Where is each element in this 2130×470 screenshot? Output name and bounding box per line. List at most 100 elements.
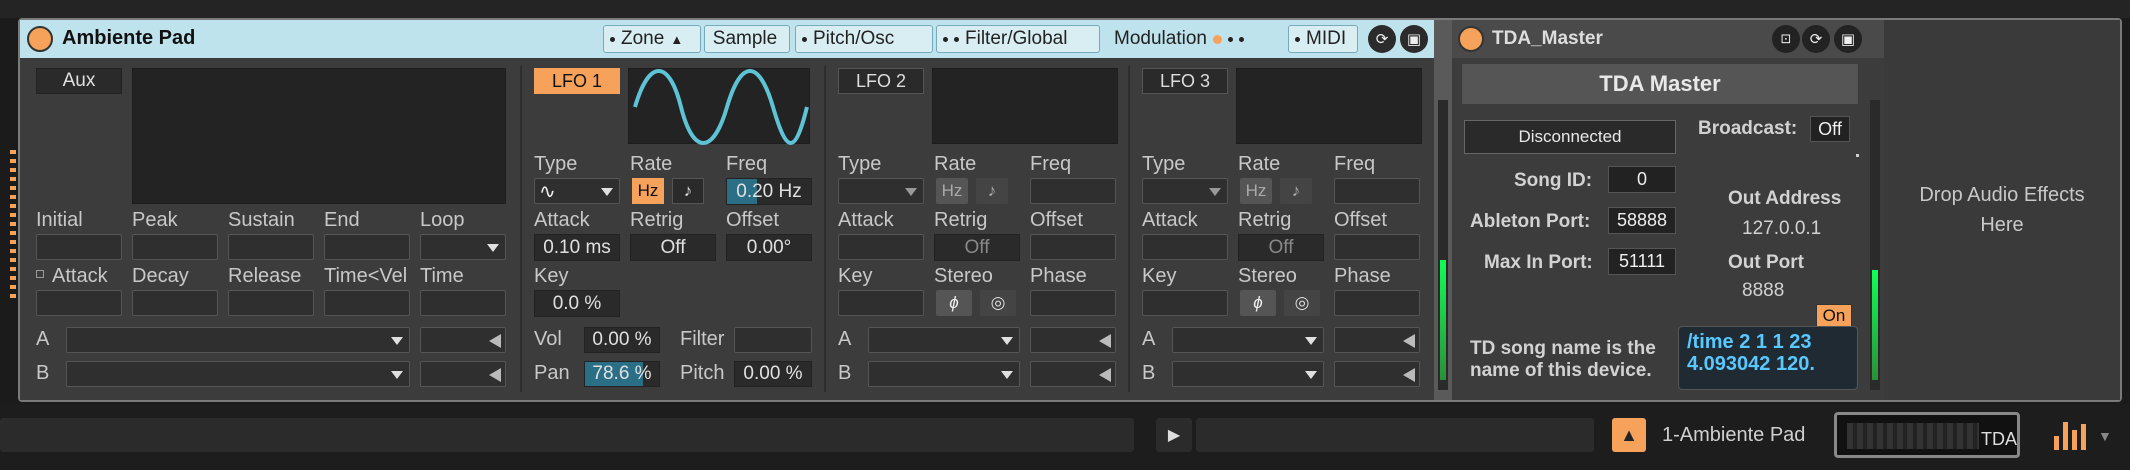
loop-dropdown[interactable] [420,234,506,260]
resize-icon[interactable]: ⊡ [1772,25,1800,53]
song-id-field[interactable]: 0 [1608,166,1676,193]
lfo3-sync-note-icon[interactable]: ♪ [1280,178,1312,204]
lfo2-sync-note-icon[interactable]: ♪ [976,178,1008,204]
tab-dot [1227,36,1233,42]
transport-field[interactable] [1196,418,1594,452]
osc-line-2: 4.093042 120. [1687,353,1815,375]
release-field[interactable] [228,290,314,316]
lfo2-phase-field[interactable] [1030,290,1116,316]
time-vel-field[interactable] [324,290,410,316]
lfo2-stereo-label: Stereo [934,265,993,287]
device-power-button[interactable] [27,26,53,52]
lfo2-type-dropdown[interactable] [838,178,924,204]
attack-field[interactable] [36,290,122,316]
lfo1-pitch-field[interactable]: 0.00 % [734,361,812,387]
lfo1-attack-field[interactable]: 0.10 ms [534,234,620,261]
tab-dot [1238,36,1244,42]
lfo3-offset-field[interactable] [1334,234,1420,260]
decay-field[interactable] [132,290,218,316]
lfo2-mod-b-dropdown[interactable] [868,361,1020,387]
cpu-meter-icon[interactable] [2054,420,2088,450]
lfo3-mod-a-amount[interactable] [1334,327,1420,353]
initial-field[interactable] [36,234,122,260]
lfo3-button[interactable]: LFO 3 [1142,68,1228,94]
tab-midi[interactable]: MIDI [1288,25,1358,53]
lfo3-type-dropdown[interactable] [1142,178,1228,204]
lfo1-vol-field[interactable]: 0.00 % [584,327,660,353]
lfo3-stereo-label: Stereo [1238,265,1297,287]
lfo2-mod-a-dropdown[interactable] [868,327,1020,353]
lfo1-filter-field[interactable] [734,327,812,353]
lfo2-mod-a-amount[interactable] [1030,327,1116,353]
lfo1-button[interactable]: LFO 1 [534,68,620,94]
lfo3-mod-b-dropdown[interactable] [1172,361,1324,387]
chevron-down-icon[interactable]: ▼ [2098,428,2112,444]
slider-arrow-icon [489,368,501,382]
lfo3-phase-icon[interactable]: ϕ [1240,290,1276,316]
mod-a-amount[interactable] [420,327,506,353]
device-thumbnail[interactable]: TDA [1834,412,2020,458]
max-in-port-field[interactable]: 51111 [1608,248,1676,275]
tab-dot [610,36,615,42]
lfo2-spin-icon[interactable]: ◎ [980,290,1016,316]
broadcast-toggle[interactable]: Off [1810,116,1850,142]
lfo1-key-field[interactable]: 0.0 % [534,290,620,317]
lfo2-button[interactable]: LFO 2 [838,68,924,94]
fold-up-icon[interactable]: ▲ [1612,418,1646,452]
tab-sample[interactable]: Sample [704,25,790,53]
decay-label: Decay [132,265,189,287]
osc-message-display: /time 2 1 1 23 4.093042 120. [1678,326,1858,390]
out-port-value[interactable]: 8888 [1742,280,1784,302]
save-preset-icon[interactable]: ▣ [1400,25,1428,53]
mod-a-dropdown[interactable] [66,327,410,353]
lfo2-freq-field[interactable] [1030,178,1116,204]
osc-on-button[interactable]: On [1816,304,1852,328]
lfo3-retrig-button[interactable]: Off [1238,234,1324,261]
lfo1-type-dropdown[interactable]: ∿ [534,178,620,204]
lfo2-retrig-button[interactable]: Off [934,234,1020,261]
lfo1-pan-field[interactable]: 78.6 % [584,361,660,387]
tda-power-button[interactable] [1458,26,1484,52]
mod-b-dropdown[interactable] [66,361,410,387]
lfo3-key-field[interactable] [1142,290,1228,316]
lfo2-attack-field[interactable] [838,234,924,260]
lfo1-offset-field[interactable]: 0.00° [726,234,812,261]
hot-swap-icon[interactable]: ⟳ [1368,25,1396,53]
play-icon[interactable]: ▶ [1156,418,1192,452]
lfo1-filter-label: Filter [680,328,725,350]
lfo3-hz-button[interactable]: Hz [1240,178,1272,204]
lfo2-offset-field[interactable] [1030,234,1116,260]
end-field[interactable] [324,234,410,260]
sustain-field[interactable] [228,234,314,260]
lfo1-retrig-button[interactable]: Off [630,234,716,261]
out-address-value[interactable]: 127.0.0.1 [1742,218,1821,240]
tda-save-icon[interactable]: ▣ [1834,25,1862,53]
lfo1-freq-field[interactable]: 0.20 Hz [726,178,812,205]
lfo3-freq-field[interactable] [1334,178,1420,204]
tda-hot-swap-icon[interactable]: ⟳ [1802,25,1830,53]
lfo2-phase-icon[interactable]: ϕ [936,290,972,316]
lfo3-attack-field[interactable] [1142,234,1228,260]
lfo3-spin-icon[interactable]: ◎ [1284,290,1320,316]
lfo1-hz-button[interactable]: Hz [632,178,664,204]
tab-pitch-osc[interactable]: Pitch/Osc [795,25,933,53]
mod-b-amount[interactable] [420,361,506,387]
tab-modulation[interactable]: Modulation [1108,25,1284,53]
lfo2-hz-button[interactable]: Hz [936,178,968,204]
lfo2-mod-b-amount[interactable] [1030,361,1116,387]
lfo1-sync-note-icon[interactable]: ♪ [672,178,704,204]
lfo3-mod-a-dropdown[interactable] [1172,327,1324,353]
lfo2-key-field[interactable] [838,290,924,316]
tab-zone[interactable]: Zone ▲ [603,25,701,53]
end-label: End [324,209,360,231]
lfo3-mod-b-amount[interactable] [1334,361,1420,387]
info-view-field[interactable] [0,418,1134,452]
aux-button[interactable]: Aux [36,68,122,94]
attack-checkbox[interactable] [36,270,44,278]
lfo3-phase-field[interactable] [1334,290,1420,316]
peak-field[interactable] [132,234,218,260]
time-field[interactable] [420,290,506,316]
lfo1-type-label: Type [534,153,578,175]
tab-filter-global[interactable]: Filter/Global [936,25,1100,53]
ableton-port-field[interactable]: 58888 [1608,207,1676,234]
